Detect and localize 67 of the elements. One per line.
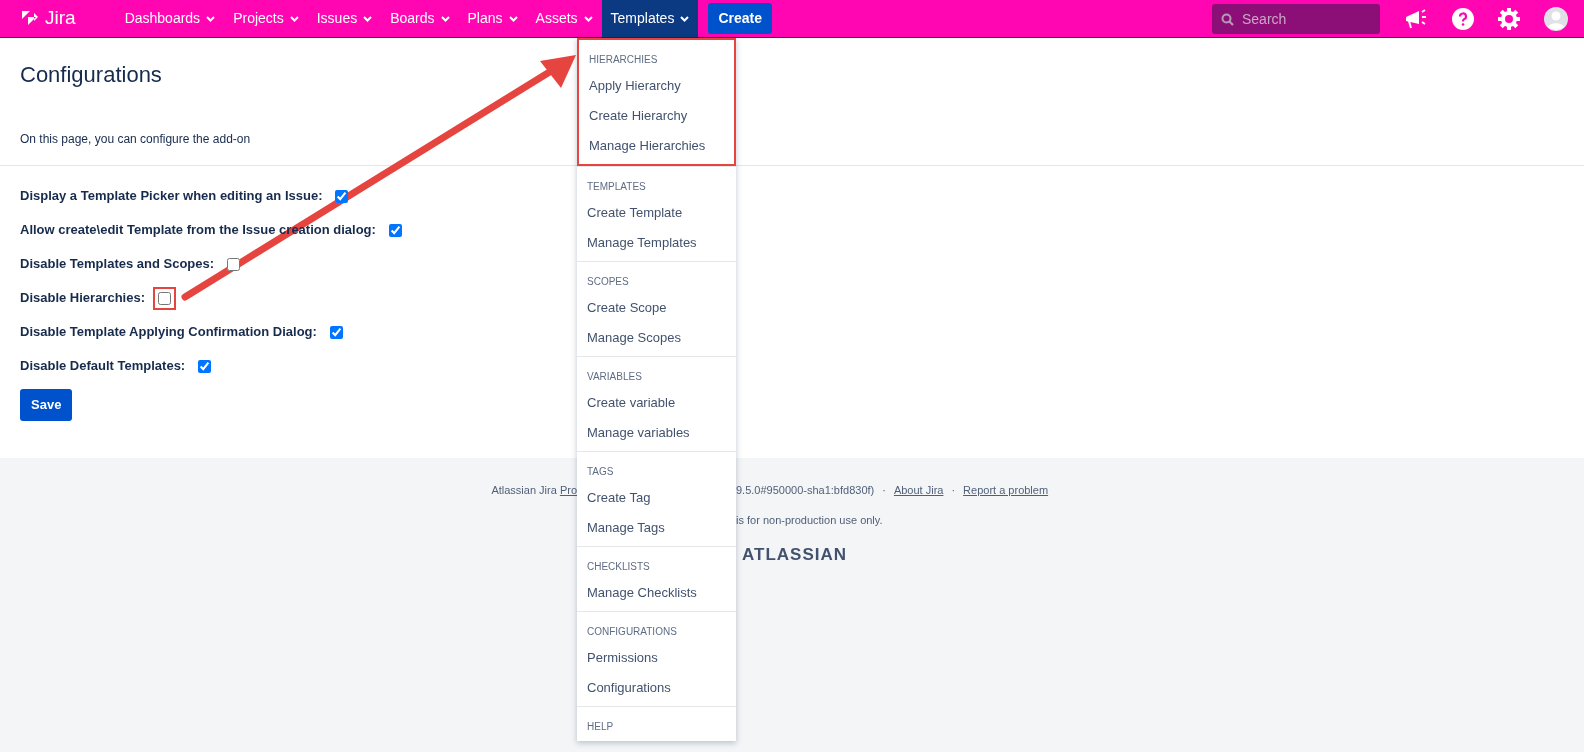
chevron-down-icon [440, 15, 450, 22]
checkbox[interactable] [227, 257, 241, 271]
setting-label: Disable Templates and Scopes: [20, 255, 215, 274]
setting-label: Disable Template Applying Confirmation Dialog: [20, 323, 317, 342]
chevron-down-icon [363, 15, 373, 22]
menu-item[interactable]: Create variable [577, 388, 736, 418]
product-link[interactable]: Pro [559, 484, 577, 496]
nav-menu-tab[interactable]: Boards [381, 0, 459, 37]
chevron-down-icon [583, 15, 593, 22]
separator-dot: · [951, 483, 956, 498]
checkbox[interactable] [335, 189, 349, 203]
setting-label: Disable Default Templates: [20, 357, 186, 376]
menu-item[interactable]: Manage Scopes [577, 323, 736, 353]
megaphone-icon[interactable] [1404, 7, 1428, 30]
menu-section-header: SCOPES [586, 275, 630, 289]
menu-item[interactable]: Manage Templates [577, 228, 736, 258]
menu-item[interactable]: Create Hierarchy [579, 101, 734, 131]
menu-section-header: TAGS [586, 465, 615, 479]
footer-text: 9.5.0#950000-sha1:bfd830f) [736, 483, 875, 498]
menu-item[interactable]: Create Scope [577, 293, 736, 323]
menu-section-header: HIERARCHIES [588, 53, 659, 67]
menu-section-header: VARIABLES [586, 370, 643, 384]
menu-item[interactable]: Manage variables [577, 418, 736, 448]
menu-item[interactable]: Permissions [577, 643, 736, 673]
menu-item[interactable]: Manage Checklists [577, 578, 736, 608]
atlassian-brand-text: ATLASSIAN [742, 545, 847, 564]
chevron-down-icon [289, 15, 299, 22]
chevron-down-icon [680, 15, 690, 22]
checkbox[interactable] [329, 325, 343, 339]
help-icon[interactable] [1452, 7, 1474, 30]
save-button[interactable]: Save [20, 389, 73, 421]
checkbox[interactable] [198, 359, 212, 373]
page-description: On this page, you can configure the add-on [19, 131, 252, 148]
search-field[interactable]: Search [1212, 3, 1380, 34]
menu-item[interactable]: Configurations [577, 673, 736, 703]
avatar-icon[interactable] [1544, 6, 1568, 31]
chevron-down-icon [508, 15, 518, 22]
checkbox[interactable] [388, 223, 402, 237]
setting-label: Disable Hierarchies: [20, 289, 145, 308]
checkbox[interactable] [158, 291, 171, 305]
separator-dot: · [882, 483, 886, 498]
nav-menu-tab[interactable]: Plans [458, 0, 527, 37]
menu-item[interactable]: Manage Tags [577, 513, 736, 543]
footer-text: Atlassian Jira [491, 484, 557, 496]
menu-section-header: CHECKLISTS [586, 560, 651, 574]
nav-menu-tab[interactable]: Templates [601, 0, 699, 37]
nav-menu-tab[interactable]: Issues [307, 0, 382, 37]
create-button[interactable]: Create [708, 3, 772, 34]
menu-item[interactable]: Apply Hierarchy [579, 71, 734, 101]
logo-icon [20, 9, 40, 28]
menu-item[interactable]: Create Template [577, 198, 736, 228]
nav-menu-tab[interactable]: Dashboards [115, 0, 225, 37]
setting-label: Display a Template Picker when editing an Issue: [20, 187, 323, 206]
footer-text: is for non-production use only. [736, 514, 883, 526]
menu-section-header: HELP [586, 720, 615, 734]
nav-menu-tab[interactable]: Projects [224, 0, 308, 37]
menu-item[interactable]: Manage Hierarchies [579, 131, 734, 161]
logo-text[interactable]: Jira [45, 4, 76, 33]
chevron-down-icon [206, 15, 216, 22]
footer-link[interactable]: Report a problem [963, 482, 1049, 512]
footer-link[interactable]: About Jira [893, 482, 944, 512]
page-title: Configurations [19, 61, 163, 89]
nav-menu-tab[interactable]: Assets [526, 0, 602, 37]
menu-item[interactable]: Create Tag [577, 483, 736, 513]
menu-section-header: CONFIGURATIONS [586, 625, 678, 639]
settings-icon[interactable] [1498, 7, 1520, 30]
menu-section-header: TEMPLATES [586, 180, 647, 194]
